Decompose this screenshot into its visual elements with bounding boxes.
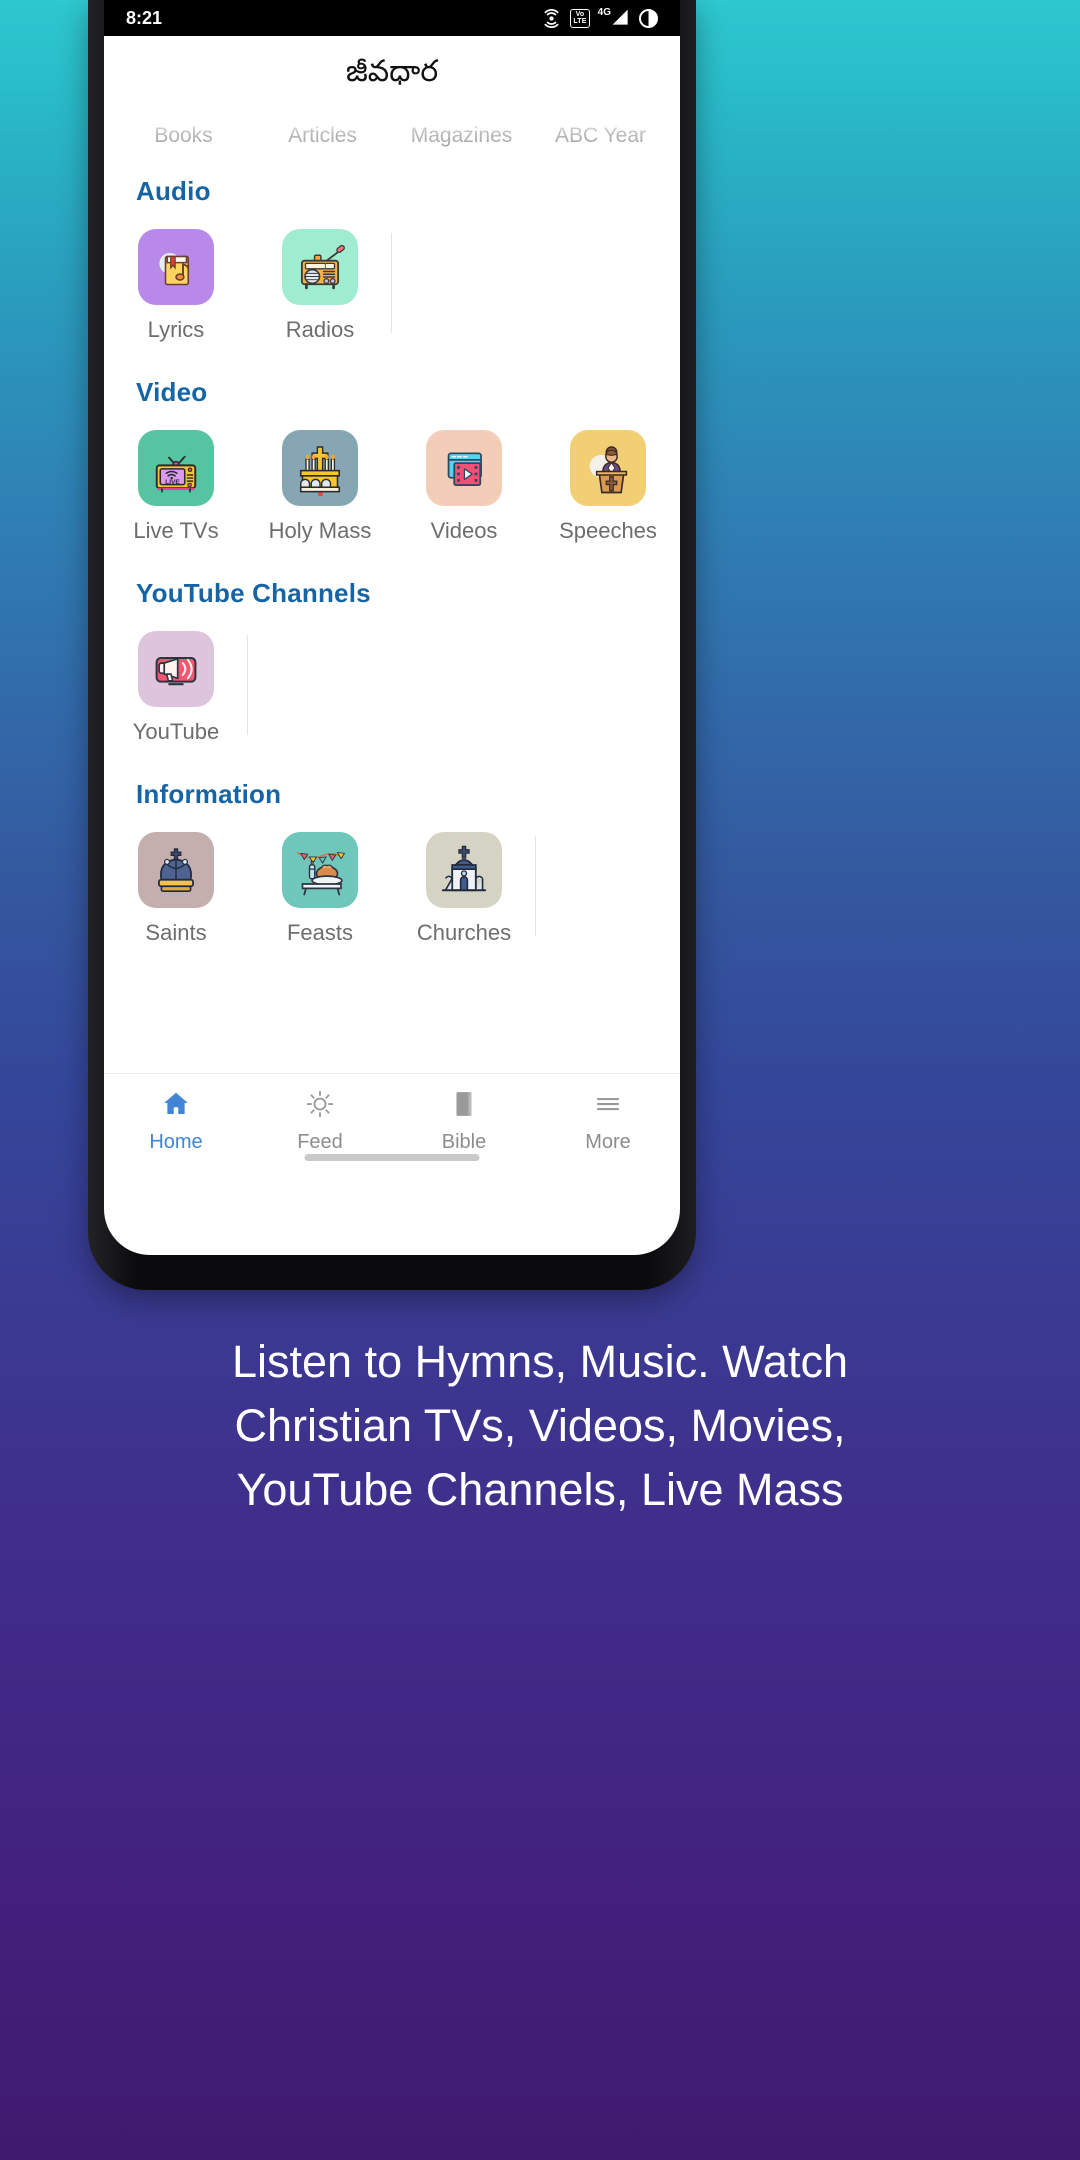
tile-divider xyxy=(535,836,536,936)
tile-youtube[interactable]: YouTube xyxy=(104,631,248,745)
section-title-audio: Audio xyxy=(136,176,211,206)
tile-label-youtube: YouTube xyxy=(132,719,220,744)
nav-item-bible[interactable]: Bible xyxy=(392,1089,536,1154)
tile-row-audio: Lyrics Radios xyxy=(104,207,680,343)
tile-label-feasts: Feasts xyxy=(286,920,354,945)
tile-radios[interactable]: Radios xyxy=(248,229,392,343)
tile-holy-mass[interactable]: Holy Mass xyxy=(248,430,392,544)
section-audio: Audio Lyrics Radios xyxy=(104,148,680,349)
tile-feasts[interactable]: Feasts xyxy=(248,832,392,946)
category-tabs[interactable]: Books Articles Magazines ABC Year xyxy=(104,114,680,148)
tile-label-holy-mass: Holy Mass xyxy=(268,518,372,543)
tab-abc-year[interactable]: ABC Year xyxy=(531,124,670,148)
battery-icon xyxy=(639,8,658,28)
section-title-video: Video xyxy=(136,377,208,407)
tile-live-tvs[interactable]: LIVE Live TVs xyxy=(104,430,248,544)
caption-line-1: Listen to Hymns, Music. Watch xyxy=(231,1336,848,1387)
volte-top: Vo xyxy=(575,10,585,18)
volte-bottom: LTE xyxy=(573,18,587,25)
sun-icon[interactable] xyxy=(305,1089,335,1124)
app-title: జీవధార xyxy=(345,54,439,88)
songbook-icon[interactable] xyxy=(138,229,214,305)
home-content[interactable]: Books Articles Magazines ABC Year Audio xyxy=(104,114,680,1169)
book-icon[interactable] xyxy=(449,1089,479,1124)
tile-speeches[interactable]: Speeches xyxy=(536,430,680,544)
home-indicator[interactable] xyxy=(304,1154,480,1161)
tile-row-youtube: YouTube xyxy=(104,609,680,745)
tile-label-lyrics: Lyrics xyxy=(147,317,205,342)
tile-label-videos: Videos xyxy=(430,518,498,543)
tile-label-churches: Churches xyxy=(416,920,512,945)
home-icon[interactable] xyxy=(161,1089,191,1124)
promo-caption: Listen to Hymns, Music. Watch Christian … xyxy=(0,1330,1080,1522)
section-video: Video LIVE Live TVs Holy Mass Videos Spe… xyxy=(104,349,680,550)
section-title-youtube: YouTube Channels xyxy=(136,578,371,608)
tab-articles[interactable]: Articles xyxy=(253,124,392,148)
network-label: 4G xyxy=(597,7,611,18)
video-player-icon[interactable] xyxy=(426,430,502,506)
tile-saints[interactable]: Saints xyxy=(104,832,248,946)
nav-item-home[interactable]: Home xyxy=(104,1089,248,1154)
crown-icon[interactable] xyxy=(138,832,214,908)
tile-row-video: LIVE Live TVs Holy Mass Videos Speeches xyxy=(104,408,680,544)
signal-4g-icon: 4G xyxy=(598,8,631,28)
tile-label-radios: Radios xyxy=(285,317,355,342)
tab-books[interactable]: Books xyxy=(114,124,253,148)
nav-label-home: Home xyxy=(149,1131,203,1153)
tile-churches[interactable]: Churches xyxy=(392,832,536,946)
status-time: 8:21 xyxy=(126,7,163,28)
caption-line-3: YouTube Channels, Live Mass xyxy=(236,1464,844,1515)
youtube-megaphone-icon[interactable] xyxy=(138,631,214,707)
live-tv-icon[interactable]: LIVE xyxy=(138,430,214,506)
tile-divider xyxy=(247,635,248,735)
svg-text:LIVE: LIVE xyxy=(165,479,180,486)
section-title-information: Information xyxy=(136,779,282,809)
phone-screen: 8:21 Vo LTE 4G జీవధార Books Articles Mag… xyxy=(104,0,680,1255)
volte-icon: Vo LTE xyxy=(570,8,590,28)
section-information: Information Saints Feasts Churches xyxy=(104,751,680,952)
nav-label-feed: Feed xyxy=(297,1131,343,1153)
altar-icon[interactable] xyxy=(282,430,358,506)
church-icon[interactable] xyxy=(426,832,502,908)
menu-icon[interactable] xyxy=(593,1089,623,1124)
tile-videos[interactable]: Videos xyxy=(392,430,536,544)
tile-label-live-tvs: Live TVs xyxy=(133,518,219,543)
nav-item-feed[interactable]: Feed xyxy=(248,1089,392,1154)
feast-table-icon[interactable] xyxy=(282,832,358,908)
tab-magazines[interactable]: Magazines xyxy=(392,124,531,148)
nav-label-bible: Bible xyxy=(441,1131,487,1153)
status-bar: 8:21 Vo LTE 4G xyxy=(104,0,680,36)
tile-label-saints: Saints xyxy=(145,920,207,945)
nav-label-more: More xyxy=(585,1131,631,1153)
tile-divider xyxy=(391,233,392,333)
app-bar: జీవధార xyxy=(104,36,680,114)
nav-item-more[interactable]: More xyxy=(536,1089,680,1154)
tile-row-information: Saints Feasts Churches xyxy=(104,810,680,946)
radio-icon[interactable] xyxy=(282,229,358,305)
speaker-podium-icon[interactable] xyxy=(570,430,646,506)
section-youtube-channels: YouTube Channels YouTube xyxy=(104,550,680,751)
caption-line-2: Christian TVs, Videos, Movies, xyxy=(234,1400,846,1451)
tile-lyrics[interactable]: Lyrics xyxy=(104,229,248,343)
cast-icon xyxy=(541,8,562,29)
tile-label-speeches: Speeches xyxy=(559,518,657,543)
